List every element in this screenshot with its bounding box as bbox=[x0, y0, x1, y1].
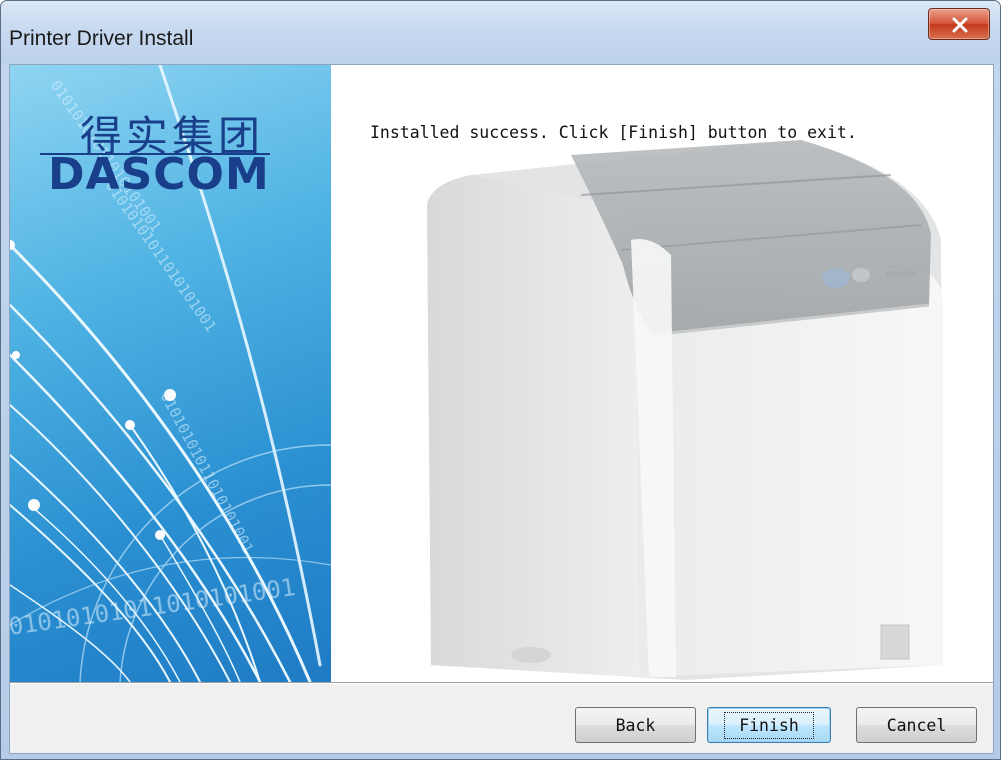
footer-separator bbox=[10, 682, 993, 684]
brand-banner: 01010101011010101001 0101010101101010100… bbox=[10, 65, 331, 682]
cancel-button-label: Cancel bbox=[886, 715, 947, 735]
logo-dascom: DASCOM bbox=[48, 149, 270, 200]
finish-button-label: Finish bbox=[724, 711, 814, 739]
back-button-label: Back bbox=[615, 715, 656, 735]
binary-stream-4: 01010101011010101001 bbox=[10, 573, 297, 641]
window-title: Printer Driver Install bbox=[9, 27, 194, 50]
binary-stream-2: 01010101011010101001 bbox=[102, 177, 220, 335]
finish-button[interactable]: Finish bbox=[707, 707, 831, 743]
back-button[interactable]: Back bbox=[575, 707, 696, 743]
printer-image bbox=[427, 140, 943, 680]
close-icon bbox=[952, 17, 968, 33]
title-bar[interactable]: Printer Driver Install bbox=[1, 1, 1000, 63]
close-button[interactable] bbox=[928, 8, 990, 40]
binary-stream-3: 01010101011010101001 bbox=[156, 388, 257, 556]
cancel-button[interactable]: Cancel bbox=[856, 707, 977, 743]
install-status-message: Installed success. Click [Finish] button… bbox=[370, 123, 857, 142]
installer-window: Printer Driver Install 01010101011010101… bbox=[0, 0, 1001, 760]
content-panel: Installed success. Click [Finish] button… bbox=[331, 65, 993, 682]
dialog-client-area: 01010101011010101001 0101010101101010100… bbox=[9, 64, 994, 754]
